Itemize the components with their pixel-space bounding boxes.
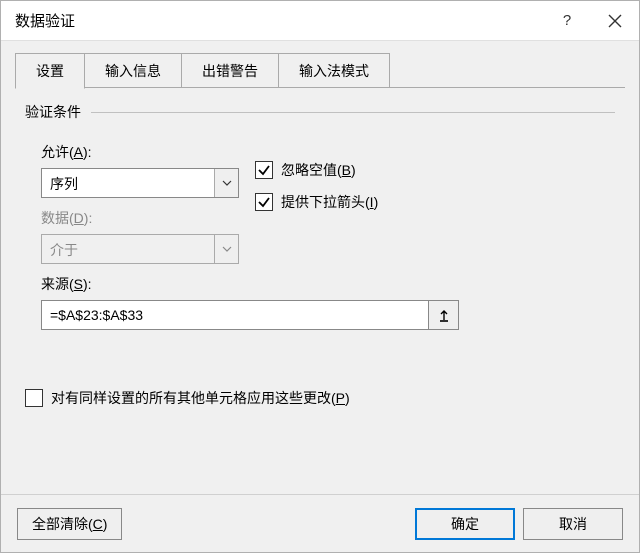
range-selector-icon xyxy=(437,308,451,322)
validation-criteria-group: 验证条件 xyxy=(25,102,615,122)
checkbox-box xyxy=(25,389,43,407)
data-validation-dialog: 数据验证 ? 设置 输入信息 出错警告 输入法模式 验证条件 允许(A): 序列 xyxy=(0,0,640,553)
close-icon xyxy=(608,14,622,28)
data-label: 数据(D): xyxy=(41,208,255,228)
close-button[interactable] xyxy=(591,1,639,41)
chevron-down-icon xyxy=(222,180,232,186)
titlebar: 数据验证 ? xyxy=(1,1,639,41)
group-label: 验证条件 xyxy=(25,104,81,120)
data-combo: 介于 xyxy=(41,234,239,264)
range-selector-button[interactable] xyxy=(429,300,459,330)
check-icon xyxy=(257,163,271,177)
check-icon xyxy=(257,195,271,209)
in-cell-dropdown-checkbox[interactable]: 提供下拉箭头(I) xyxy=(255,192,615,212)
apply-to-others-checkbox[interactable]: 对有同样设置的所有其他单元格应用这些更改(P) xyxy=(25,388,615,408)
apply-to-others-label: 对有同样设置的所有其他单元格应用这些更改(P) xyxy=(51,388,350,408)
settings-panel: 验证条件 允许(A): 序列 数据(D): 介于 xyxy=(1,88,639,494)
help-button[interactable]: ? xyxy=(543,1,591,41)
allow-combo-button[interactable] xyxy=(214,169,238,197)
ignore-blank-label: 忽略空值(B) xyxy=(281,160,356,180)
source-input[interactable] xyxy=(41,300,429,330)
checkbox-box xyxy=(255,161,273,179)
dialog-footer: 全部清除(C) 确定 取消 xyxy=(1,494,639,552)
chevron-down-icon xyxy=(222,246,232,252)
allow-combo-value: 序列 xyxy=(42,169,214,197)
tabstrip: 设置 输入信息 出错警告 输入法模式 xyxy=(1,41,639,88)
group-divider xyxy=(91,112,615,113)
tab-settings[interactable]: 设置 xyxy=(15,53,85,89)
data-combo-value: 介于 xyxy=(42,235,214,263)
clear-all-button[interactable]: 全部清除(C) xyxy=(17,508,122,540)
allow-label: 允许(A): xyxy=(41,142,255,162)
checkbox-box xyxy=(255,193,273,211)
dialog-title: 数据验证 xyxy=(15,10,543,31)
cancel-button[interactable]: 取消 xyxy=(523,508,623,540)
allow-combo[interactable]: 序列 xyxy=(41,168,239,198)
data-combo-button xyxy=(214,235,238,263)
ignore-blank-checkbox[interactable]: 忽略空值(B) xyxy=(255,160,615,180)
tab-input-message[interactable]: 输入信息 xyxy=(84,53,182,88)
source-label: 来源(S): xyxy=(41,274,615,294)
ok-button[interactable]: 确定 xyxy=(415,508,515,540)
tab-error-alert[interactable]: 出错警告 xyxy=(181,53,279,88)
tab-ime-mode[interactable]: 输入法模式 xyxy=(278,53,390,88)
in-cell-dropdown-label: 提供下拉箭头(I) xyxy=(281,192,378,212)
